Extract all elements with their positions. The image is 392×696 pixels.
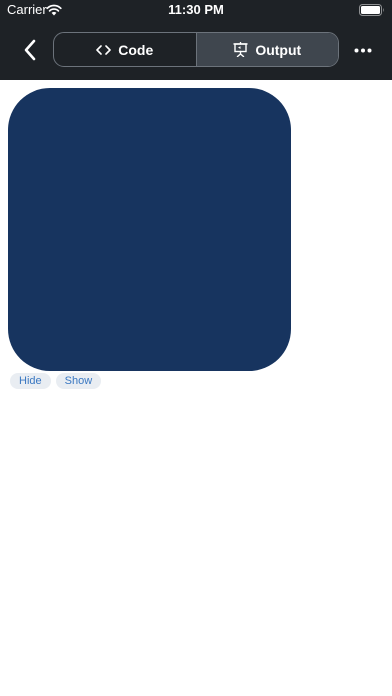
visibility-button-row: Hide Show xyxy=(10,373,102,389)
hide-button[interactable]: Hide xyxy=(10,373,51,389)
more-horizontal-icon xyxy=(354,48,372,52)
tab-code[interactable]: Code xyxy=(54,33,196,66)
code-brackets-icon xyxy=(96,44,112,55)
status-time: 11:30 PM xyxy=(168,2,224,17)
show-button[interactable]: Show xyxy=(55,373,102,389)
chevron-left-icon xyxy=(24,39,36,61)
tab-output-label: Output xyxy=(255,41,302,58)
tab-code-label: Code xyxy=(118,41,154,58)
tab-output[interactable]: Output xyxy=(195,33,338,66)
presentation-icon xyxy=(233,42,249,57)
back-button[interactable] xyxy=(16,36,44,64)
output-rounded-square xyxy=(8,88,291,371)
app-screen: Carrier 11:30 PM Code Output Hide Show xyxy=(0,0,392,696)
view-segmented-control: Code Output xyxy=(53,32,339,67)
status-bar: Carrier 11:30 PM xyxy=(0,0,392,20)
top-toolbar: Code Output xyxy=(0,20,392,80)
more-options-button[interactable] xyxy=(348,36,378,64)
output-view: Hide Show xyxy=(0,80,392,696)
battery-icon xyxy=(359,4,384,16)
